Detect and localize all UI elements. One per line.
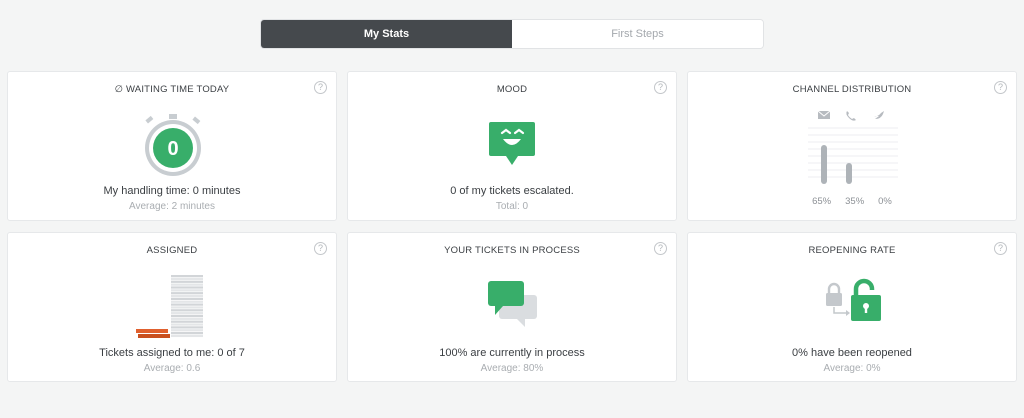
tab-my-stats[interactable]: My Stats	[261, 20, 512, 48]
help-icon[interactable]: ?	[994, 242, 1007, 255]
reopened-average: Average: 0%	[823, 363, 881, 374]
channel-percents: 65% 35% 0%	[688, 196, 1016, 207]
card-title: Reopening rate	[808, 245, 896, 256]
happy-chat-icon	[489, 122, 535, 165]
email-percent: 65%	[812, 196, 832, 207]
tickets-assigned-average: Average: 0.6	[143, 363, 201, 374]
stats-tabs: My Stats First Steps	[260, 19, 764, 49]
twitter-icon	[874, 111, 884, 119]
card-title: Your tickets in process	[444, 245, 580, 256]
help-icon[interactable]: ?	[654, 81, 667, 94]
channel-distribution-card: Channel Distribution ? 65% 35% 0%	[687, 71, 1017, 221]
escalated-total: Total: 0	[495, 201, 529, 212]
twitter-percent: 0%	[878, 196, 892, 207]
tab-first-steps[interactable]: First Steps	[512, 20, 763, 48]
escalated-text: 0 of my tickets escalated.	[450, 185, 574, 197]
help-icon[interactable]: ?	[314, 242, 327, 255]
tickets-assigned-text: Tickets assigned to me: 0 of 7	[99, 347, 245, 359]
tickets-in-process-card: Your tickets in process ? 100% are curre…	[347, 232, 677, 382]
card-title: Mood	[496, 84, 528, 95]
channel-chart	[808, 110, 898, 184]
handling-time-average: Average: 2 minutes	[129, 201, 215, 212]
help-icon[interactable]: ?	[314, 81, 327, 94]
help-icon[interactable]: ?	[994, 81, 1007, 94]
stopwatch-icon: 0	[145, 114, 201, 176]
in-process-average: Average: 80%	[480, 363, 544, 374]
mood-card: Mood ? 0 of my tickets escalated. Total:…	[347, 71, 677, 221]
email-icon	[817, 110, 831, 119]
ticket-stack-icon	[136, 275, 203, 338]
phone-percent: 35%	[845, 196, 865, 207]
channel-bar-email	[821, 145, 827, 184]
phone-icon	[846, 111, 856, 121]
card-title: Channel Distribution	[792, 84, 912, 95]
stopwatch-value: 0	[167, 138, 178, 160]
waiting-time-card: ∅ Waiting time today ? 0 My handling tim…	[7, 71, 337, 221]
help-icon[interactable]: ?	[654, 242, 667, 255]
card-title: Assigned	[146, 245, 198, 256]
assigned-card: Assigned ? Tickets assigned to me: 0 of …	[7, 232, 337, 382]
reopening-rate-card: Reopening rate ? 0% have been reopened A…	[687, 232, 1017, 382]
chat-bubbles-icon	[488, 281, 537, 327]
card-title: ∅ Waiting time today	[114, 84, 230, 95]
reopened-text: 0% have been reopened	[792, 347, 912, 359]
in-process-text: 100% are currently in process	[439, 347, 585, 359]
handling-time-text: My handling time: 0 minutes	[103, 185, 241, 197]
unlocked-padlock-icon	[826, 278, 881, 321]
channel-bar-phone	[846, 163, 852, 184]
